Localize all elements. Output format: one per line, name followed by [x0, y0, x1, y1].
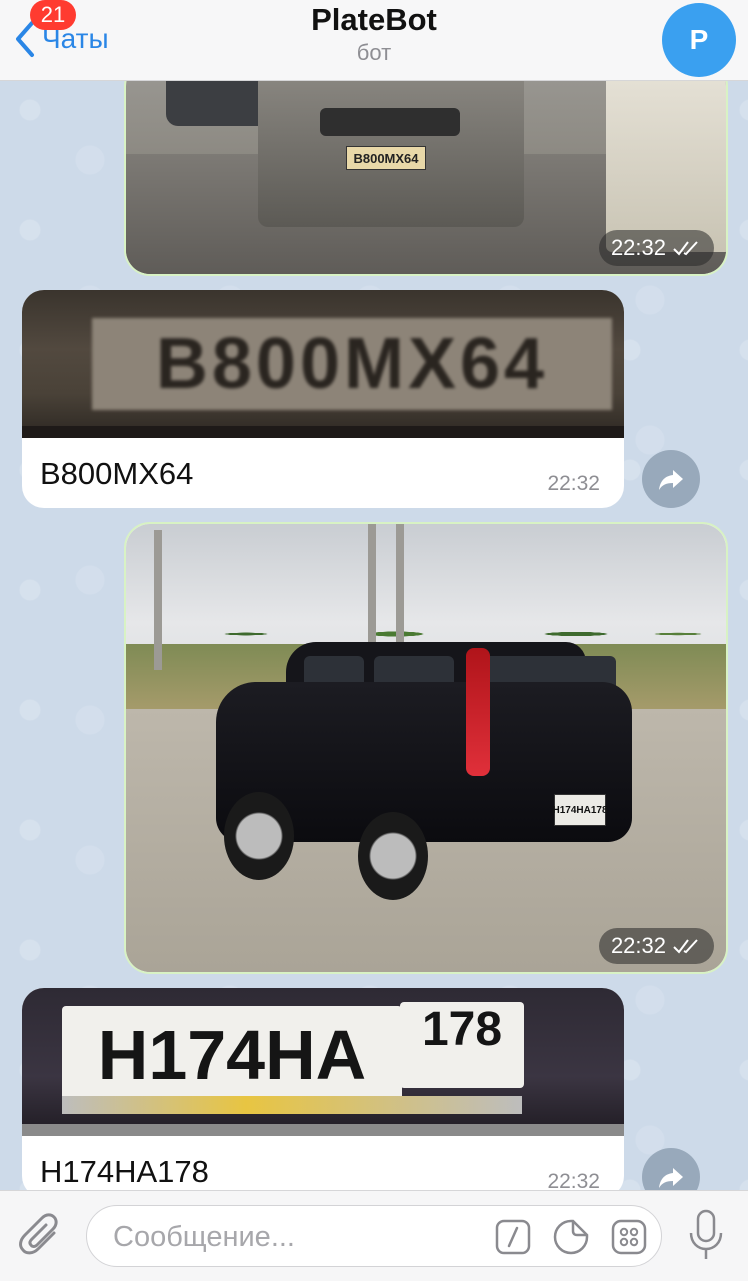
double-check-icon [673, 241, 698, 256]
chat-header: Чаты 21 PlateBot бот P [0, 0, 748, 81]
message-field[interactable] [86, 1205, 662, 1267]
outgoing-photo-message[interactable]: В800МХ64 22:32 [124, 60, 728, 276]
recognized-plate-text: B800MX64 [40, 456, 194, 491]
chat-title: PlateBot [311, 2, 437, 37]
crop-plate-text: Н174НА [62, 1006, 402, 1104]
crop-plate-region: 178 [400, 1002, 524, 1088]
share-icon [659, 1168, 683, 1188]
message-time: 22:32 [598, 928, 714, 964]
share-icon [659, 470, 683, 490]
slash-command-icon[interactable] [495, 1219, 531, 1255]
sticker-icon[interactable] [553, 1219, 589, 1255]
incoming-bot-message[interactable]: Н174НА 178 H174HA178 22:32 [22, 988, 624, 1198]
chat-subtitle: бот [356, 40, 392, 65]
license-plate: В800МХ64 [346, 146, 426, 170]
double-check-icon [673, 939, 698, 954]
paperclip-icon[interactable] [16, 1211, 68, 1263]
message-time: 22:32 [547, 472, 600, 495]
message-input[interactable] [111, 1216, 475, 1258]
message-input-bar [0, 1190, 748, 1281]
plate-crop-image: Н174НА 178 [22, 988, 624, 1136]
plate-crop-image: В800МХ64 [22, 290, 624, 438]
car-photo: Н174НА178 [126, 524, 726, 972]
forward-button[interactable] [642, 450, 700, 508]
incoming-bot-message[interactable]: В800МХ64 B800MX64 22:32 [22, 290, 624, 508]
outgoing-photo-message[interactable]: Н174НА178 22:32 [124, 522, 728, 974]
microphone-icon[interactable] [686, 1209, 726, 1263]
message-time: 22:32 [598, 230, 714, 266]
avatar[interactable]: P [662, 3, 736, 77]
chat-title-area[interactable]: PlateBot бот [0, 2, 748, 68]
crop-plate-text: В800МХ64 [92, 318, 612, 410]
keyboard-grid-icon[interactable] [611, 1219, 647, 1255]
car: Н174НА178 [216, 642, 636, 900]
license-plate: Н174НА178 [552, 794, 608, 826]
recognized-plate-text: H174HA178 [40, 1154, 209, 1189]
